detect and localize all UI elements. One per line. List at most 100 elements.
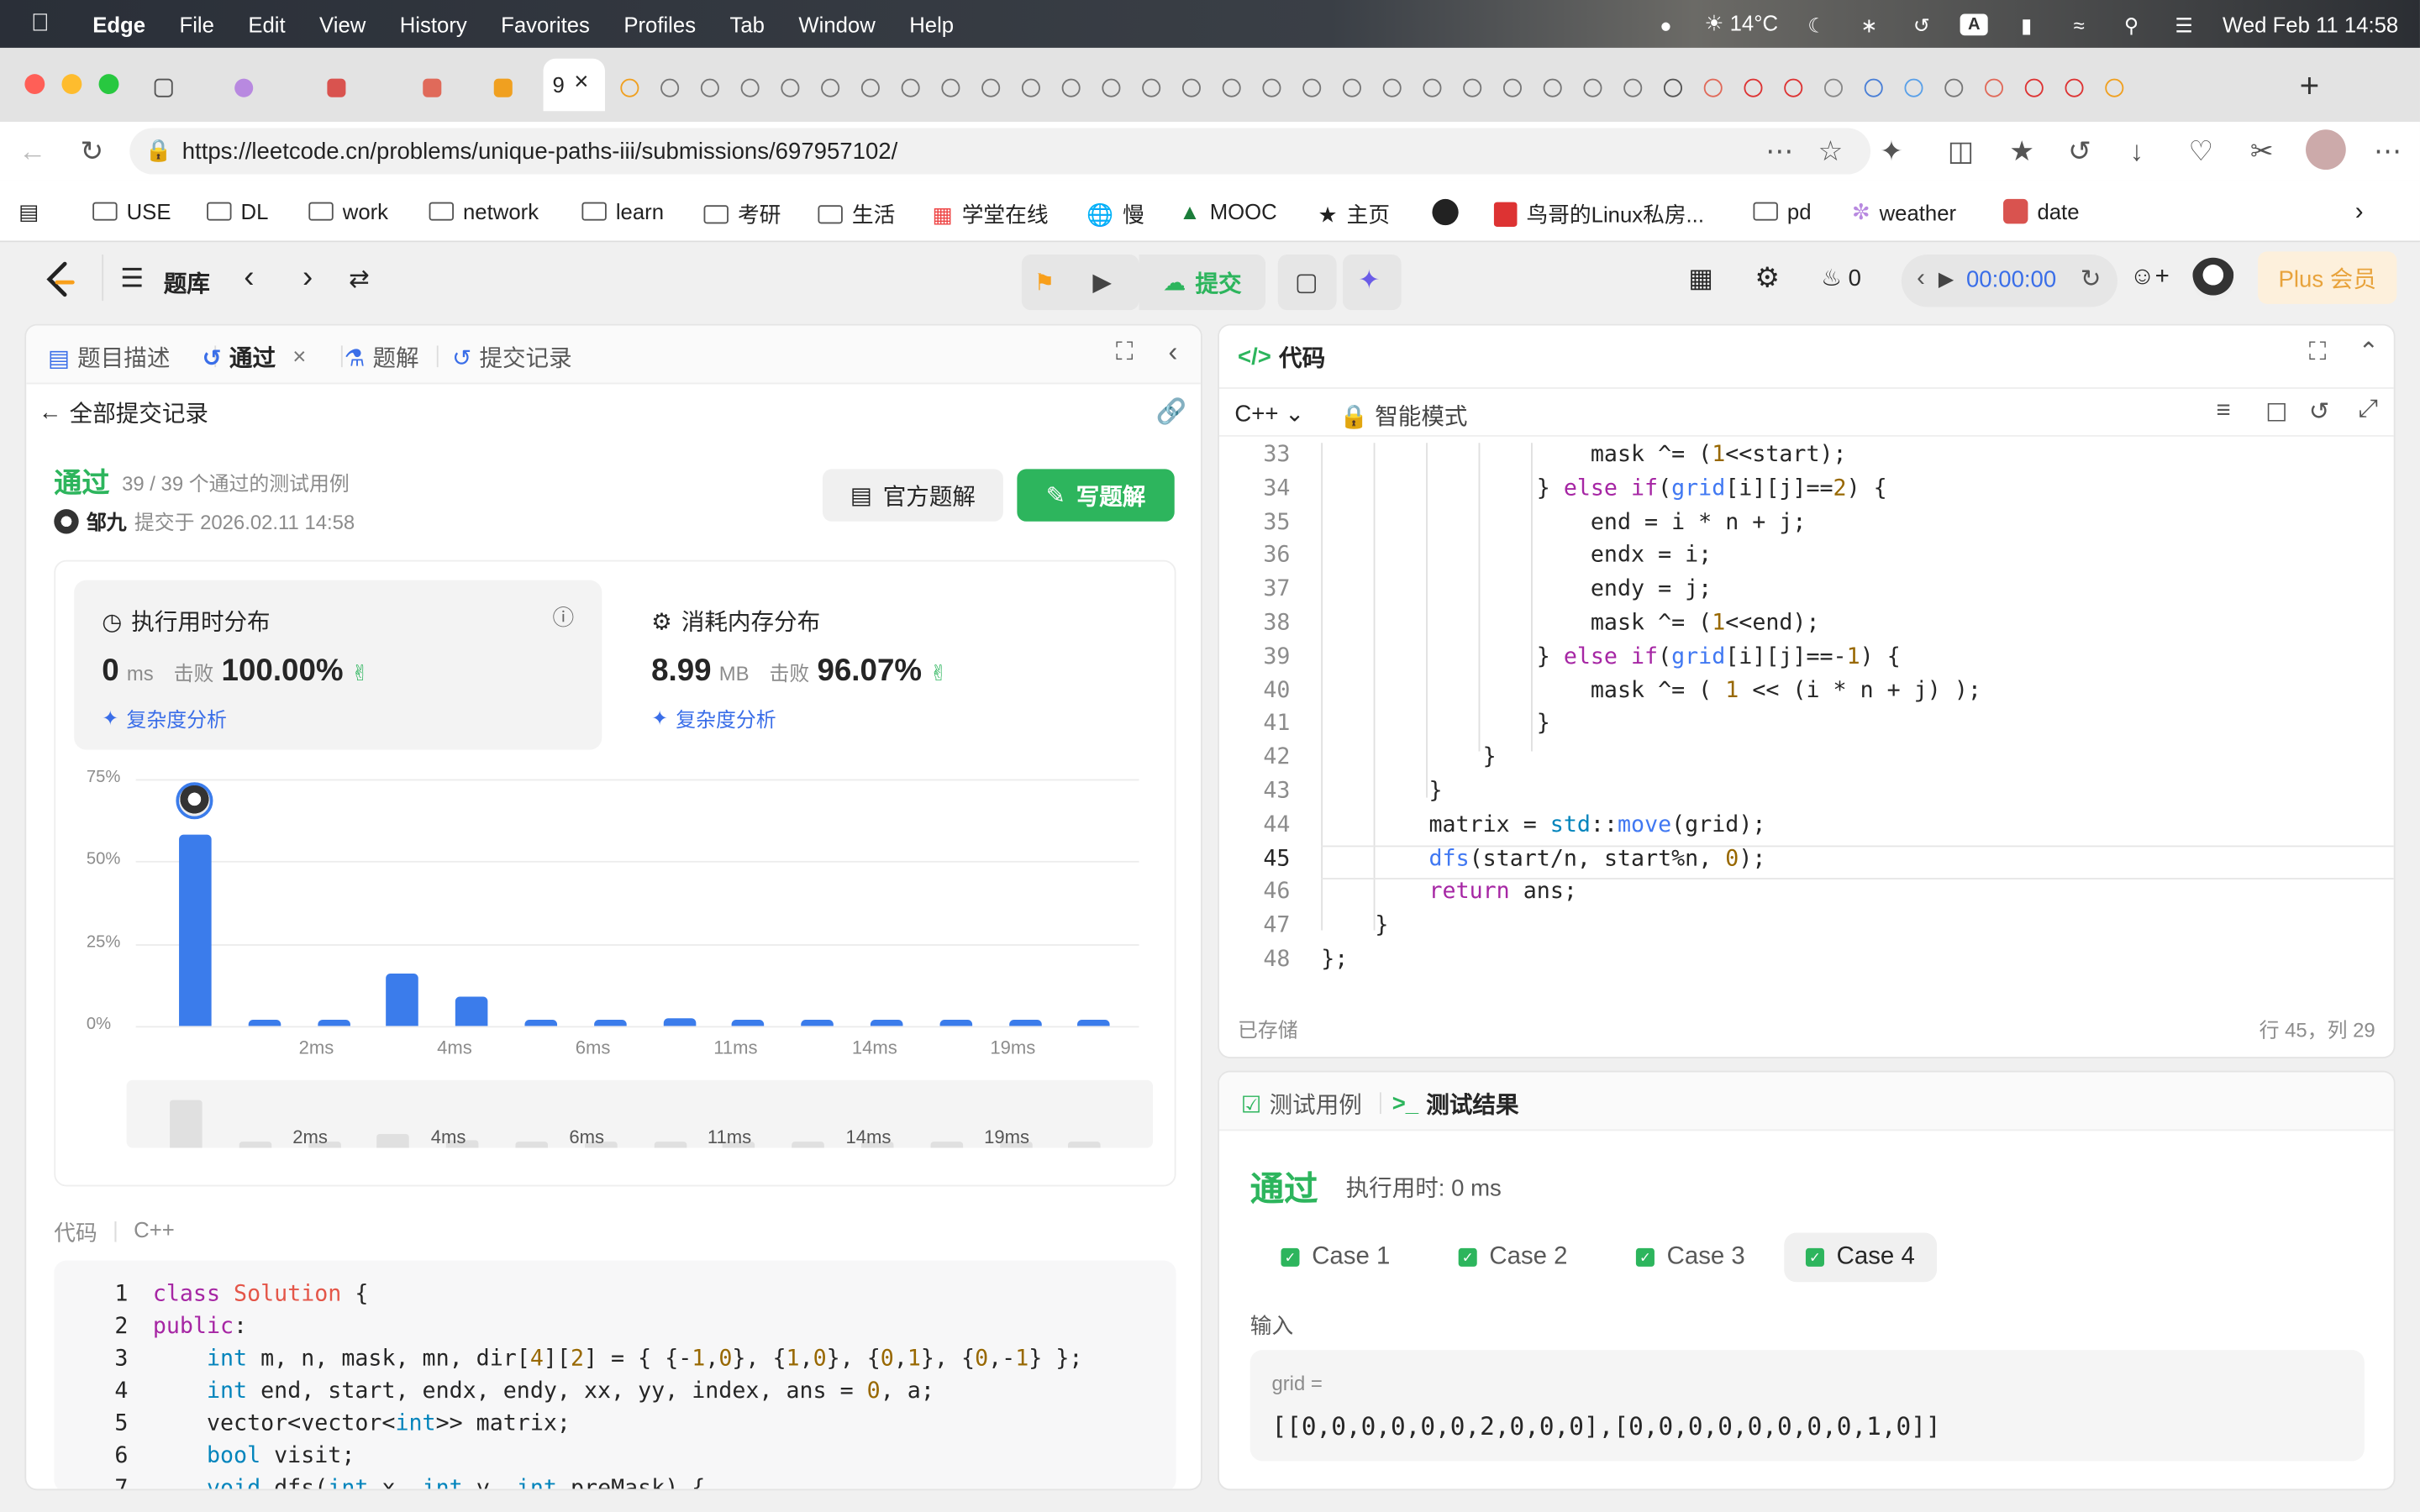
dark-mode-icon[interactable]: ☾ xyxy=(1802,13,1830,37)
chart-bar[interactable] xyxy=(939,1019,972,1026)
tab-favicon-pinned[interactable] xyxy=(423,78,442,97)
back-arrow-icon[interactable]: ← xyxy=(18,136,46,169)
tab-favicon[interactable] xyxy=(941,78,960,97)
case-tab-1[interactable]: ✓ Case 1 xyxy=(1260,1233,1412,1283)
bookmark-work[interactable]: work xyxy=(308,199,388,223)
bookmark-github[interactable] xyxy=(1432,198,1459,226)
extensions-icon[interactable]: ✦ xyxy=(1880,136,1903,169)
tab-actions-icon[interactable] xyxy=(154,78,173,97)
chart-bar[interactable] xyxy=(732,1019,765,1026)
menu-window[interactable]: Window xyxy=(798,12,875,36)
chart-bar[interactable] xyxy=(663,1017,696,1026)
bookmark-dl[interactable]: DL xyxy=(207,199,268,223)
maximize-icon[interactable]: ⛶ xyxy=(1116,339,1134,367)
tab-favicon[interactable] xyxy=(660,78,680,97)
tab-description[interactable]: ▤ 题目描述 xyxy=(48,341,170,374)
tab-accepted[interactable]: ↺ 通过 × xyxy=(203,341,307,374)
case-tab-4[interactable]: ✓ Case 4 xyxy=(1784,1232,1937,1283)
chevron-up-icon[interactable]: ⌃ xyxy=(2358,336,2379,367)
smart-mode-toggle[interactable]: 🔒 智能模式 xyxy=(1339,400,1467,433)
tab-favicon[interactable] xyxy=(1864,78,1883,97)
tab-testcase[interactable]: ☑ 测试用例 xyxy=(1241,1088,1362,1121)
timer-collapse-icon[interactable]: ‹ xyxy=(1917,265,1925,293)
tab-favicon[interactable] xyxy=(1543,78,1562,97)
reading-list-icon[interactable]: ▤ xyxy=(18,199,39,225)
bookmark-life[interactable]: 生活 xyxy=(818,199,895,230)
tab-code[interactable]: </> 代码 xyxy=(1238,341,1325,374)
timer-play-icon[interactable]: ▶ xyxy=(1939,267,1954,291)
memory-complexity-link[interactable]: ✦ 复杂度分析 xyxy=(651,704,776,733)
back-to-submissions[interactable]: ← 全部提交记录 xyxy=(39,396,208,429)
reset-icon[interactable]: ↺ xyxy=(2309,396,2330,428)
tab-favicon[interactable] xyxy=(1222,78,1241,97)
tab-favicon[interactable] xyxy=(1302,78,1322,97)
settings-gear-icon[interactable]: ⚙ xyxy=(1754,262,1780,295)
list-icon[interactable]: ☰ xyxy=(120,264,144,295)
battery-icon[interactable]: ▮ xyxy=(2012,13,2040,37)
screenshot-icon[interactable]: ✂ xyxy=(2250,136,2274,169)
official-solution-button[interactable]: ▤ 官方题解 xyxy=(822,469,1003,522)
new-tab-button[interactable]: + xyxy=(2300,66,2320,107)
tab-favicon[interactable] xyxy=(860,78,880,97)
case-tab-3[interactable]: ✓ Case 3 xyxy=(1614,1233,1766,1283)
info-icon[interactable]: ⓘ xyxy=(553,601,575,633)
maximize-icon[interactable]: ⛶ xyxy=(2309,339,2327,367)
chart-bar[interactable] xyxy=(1077,1019,1111,1026)
language-select[interactable]: C++ ⌄ xyxy=(1234,400,1304,428)
close-icon[interactable]: × xyxy=(292,344,306,370)
chart-bar[interactable] xyxy=(386,973,419,1026)
bookmark-mooc[interactable]: ▲ MOOC xyxy=(1179,199,1276,223)
layout-icon[interactable]: ▦ xyxy=(1688,264,1713,295)
menu-profiles[interactable]: Profiles xyxy=(623,12,696,36)
tab-favicon[interactable] xyxy=(2024,78,2044,97)
profile-avatar[interactable] xyxy=(2306,129,2346,171)
submitted-code[interactable]: 1 class Solution {2 public: 3 int m, n, mas… xyxy=(54,1260,1176,1489)
menu-history[interactable]: History xyxy=(400,12,467,36)
next-problem-icon[interactable]: › xyxy=(302,260,313,296)
tab-favicon[interactable] xyxy=(1944,78,1964,97)
bookmark-use[interactable]: USE xyxy=(92,199,171,223)
tab-favicon[interactable] xyxy=(901,78,920,97)
chart-bar[interactable] xyxy=(801,1019,834,1026)
tab-favicon[interactable] xyxy=(2065,78,2084,97)
close-tab-icon[interactable]: × xyxy=(574,70,588,97)
lock-icon[interactable]: 🔒 xyxy=(145,137,172,163)
more-menu-icon[interactable]: ⋯ xyxy=(2374,136,2402,169)
tab-solutions[interactable]: ⚗ 题解 xyxy=(345,341,419,374)
menu-app[interactable]: Edge xyxy=(92,12,145,36)
case-tab-2[interactable]: ✓ Case 2 xyxy=(1437,1233,1589,1283)
tab-favicon[interactable] xyxy=(1102,78,1121,97)
reader-icon[interactable]: ⋯ xyxy=(1765,136,1793,169)
tab-favicon[interactable] xyxy=(1744,78,1763,97)
chart-bar[interactable] xyxy=(248,1019,281,1026)
your-submission-avatar[interactable] xyxy=(176,782,213,820)
tab-favicon[interactable] xyxy=(1623,78,1643,97)
tab-favicon[interactable] xyxy=(981,78,1001,97)
chart-bar[interactable] xyxy=(317,1019,350,1026)
health-icon[interactable]: ♡ xyxy=(2188,136,2213,169)
weather-status[interactable]: ☀ 14°C xyxy=(1704,11,1778,37)
runtime-box[interactable]: ◷ 执行用时分布 ⓘ 0 ms 击败 100.00% ✌ ✦ 复杂度分析 xyxy=(74,580,602,750)
tab-favicon[interactable] xyxy=(1904,78,1923,97)
chart-bar[interactable] xyxy=(524,1019,558,1026)
tab-favicon[interactable] xyxy=(821,78,840,97)
tab-favicon[interactable] xyxy=(740,78,760,97)
submit-button[interactable]: ☁ 提交 xyxy=(1139,255,1266,311)
reload-icon[interactable]: ↻ xyxy=(81,136,104,169)
tab-favicon[interactable] xyxy=(700,78,719,97)
ai-button[interactable]: ✦ xyxy=(1342,255,1402,311)
bookmark-man[interactable]: 🌐 慢 xyxy=(1086,199,1144,230)
bookmark-xuetang[interactable]: ▦ 学堂在线 xyxy=(932,199,1048,230)
debug-icon[interactable]: ⚑ xyxy=(1034,269,1055,296)
search-icon[interactable]: ⚲ xyxy=(2118,13,2145,37)
bookmark-linux[interactable]: 鸟哥的Linux私房... xyxy=(1493,199,1704,230)
apple-icon[interactable]:  xyxy=(31,10,55,38)
bookmark-kaoyan[interactable]: 考研 xyxy=(703,199,781,230)
menu-favorites[interactable]: Favorites xyxy=(501,12,590,36)
zoom-window-button[interactable] xyxy=(98,74,119,95)
share-link-icon[interactable]: 🔗 xyxy=(1156,396,1187,428)
tab-result[interactable]: >_ 测试结果 xyxy=(1392,1088,1519,1121)
tab-favicon[interactable] xyxy=(1382,78,1402,97)
menu-edit[interactable]: Edit xyxy=(248,12,285,36)
active-tab[interactable]: 9 × xyxy=(543,58,605,112)
